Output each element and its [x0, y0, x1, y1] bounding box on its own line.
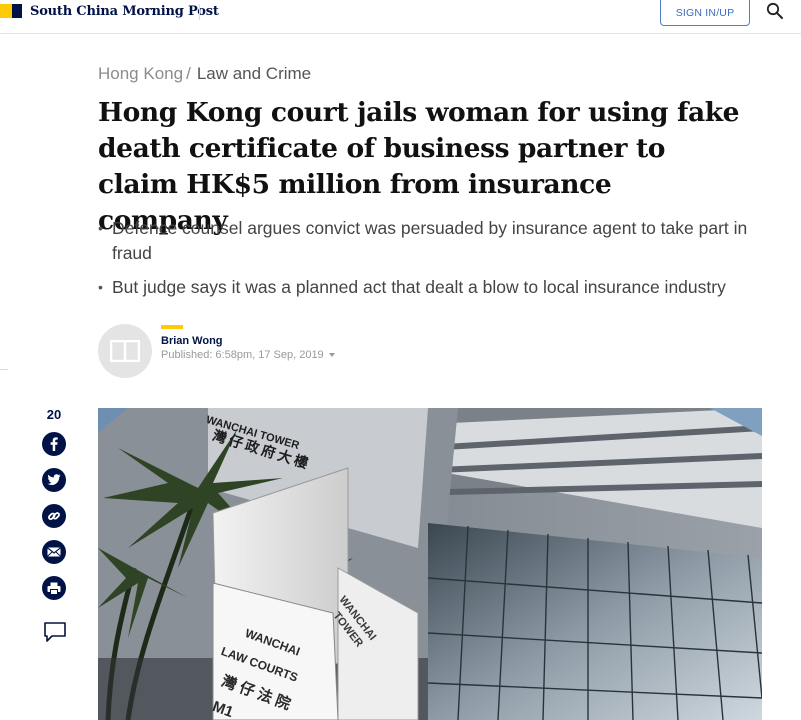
header-divider [199, 4, 200, 20]
link-icon[interactable] [42, 504, 66, 528]
site-logo[interactable]: South China Morning Post [0, 3, 219, 19]
breadcrumb-separator: / [186, 64, 191, 83]
published-date[interactable]: Published: 6:58pm, 17 Sep, 2019 [161, 349, 335, 361]
article-summary: Defence counsel argues convict was persu… [98, 216, 763, 309]
comment-icon[interactable] [43, 621, 67, 643]
twitter-icon[interactable] [42, 468, 66, 492]
hero-image-art [98, 408, 762, 720]
hero-image[interactable]: WANCHAI TOWER 灣仔政府大樓 WANCHAI TOWER WANCH… [98, 408, 762, 720]
published-date-text: Published: 6:58pm, 17 Sep, 2019 [161, 349, 324, 361]
divider [0, 369, 8, 370]
author-accent-bar [161, 325, 183, 329]
sign-in-button[interactable]: SIGN IN/UP [660, 0, 750, 26]
site-header: South China Morning Post SIGN IN/UP [0, 0, 801, 34]
email-icon[interactable] [42, 540, 66, 564]
logo-mark [0, 4, 22, 18]
facebook-icon[interactable] [42, 432, 66, 456]
breadcrumb: Hong Kong / Law and Crime [98, 64, 311, 84]
author-avatar[interactable] [98, 324, 152, 378]
search-icon[interactable] [766, 2, 784, 20]
breadcrumb-subsection-link[interactable]: Law and Crime [197, 64, 311, 83]
breadcrumb-section-link[interactable]: Hong Kong [98, 64, 183, 83]
summary-point: Defence counsel argues convict was persu… [98, 216, 763, 266]
print-icon[interactable] [42, 576, 66, 600]
share-count: 20 [46, 407, 62, 422]
brand-name: South China Morning Post [30, 3, 219, 19]
author-name[interactable]: Brian Wong [161, 335, 223, 347]
chevron-down-icon [328, 353, 335, 358]
summary-point: But judge says it was a planned act that… [98, 275, 763, 300]
